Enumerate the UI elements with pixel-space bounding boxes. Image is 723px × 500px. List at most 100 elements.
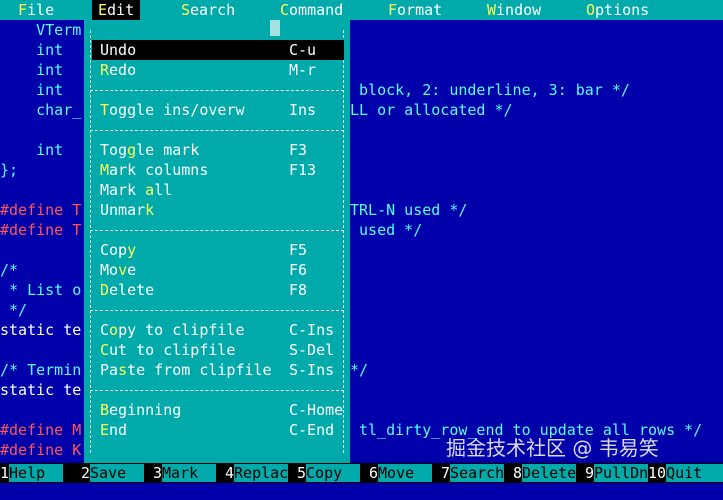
menu-item-label: Copy to clipfile [100, 320, 245, 340]
shortcut-key: S-Ins [289, 361, 335, 379]
fkey-save[interactable]: 2Save [81, 463, 145, 483]
menu-item-delete[interactable]: Delete F8 [92, 280, 344, 300]
menu-item-mark-columns[interactable]: Mark columns F13 [92, 160, 344, 180]
menu-item-label: Unmark [100, 200, 154, 220]
shortcut-key: Ins [289, 101, 317, 119]
code-line: #define T [0, 201, 82, 219]
code-line: static te [0, 321, 82, 339]
shortcut-key: F8 [289, 281, 308, 299]
shortcut-key: S-Del [289, 341, 335, 359]
fkey-label: Replac [234, 464, 289, 482]
code-line: VTerm [0, 21, 82, 39]
fkey-pulldn[interactable]: 9PullDn [585, 463, 649, 483]
code-line: #define K [0, 441, 82, 459]
fkey-quit[interactable]: 10Quit [648, 463, 723, 483]
menu-item-redo[interactable]: Redo M-r [92, 60, 344, 80]
code-fragment: block, 2: underline, 3: bar */ [350, 81, 630, 99]
label-pre: C [100, 321, 110, 339]
menu-label: ormat [397, 1, 443, 19]
menubar: File Edit Search Command Format Window O… [0, 0, 723, 20]
menu-options[interactable]: Options [586, 0, 649, 20]
menu-item-end[interactable]: End C-End [92, 420, 344, 440]
menu-item-copy[interactable]: Copy F5 [92, 240, 344, 260]
menu-window[interactable]: Window [487, 0, 541, 20]
shortcut-key: C-Home [289, 401, 344, 419]
menu-item-toggle-ins-overw[interactable]: Toggle ins/overw Ins [92, 100, 344, 120]
menu-item-toggle-mark[interactable]: Toggle mark F3 [92, 140, 344, 160]
menu-file[interactable]: File [18, 0, 54, 20]
fkey-move[interactable]: 6Move [369, 463, 433, 483]
fkey-number: 8 [513, 464, 523, 482]
label-rest: oggle ins/overw [109, 101, 245, 119]
fkey-replace[interactable]: 4Replac [225, 463, 289, 483]
code-fragment: TRL-N used */ [350, 201, 468, 219]
hotkey-letter: k [145, 201, 155, 219]
menu-item-beginning[interactable]: Beginning C-Home [92, 400, 344, 420]
hotkey-letter: R [100, 61, 110, 79]
hotkey-letter: g [127, 141, 137, 159]
shortcut-key: M-r [289, 61, 317, 79]
menu-item-move[interactable]: Move F6 [92, 260, 344, 280]
fkey-label: Help [9, 464, 64, 482]
menu-item-label: Mark all [100, 180, 172, 200]
label-rest: te from clipfile [127, 361, 272, 379]
menu-item-paste-from-clipfile[interactable]: Paste from clipfile S-Ins [92, 360, 344, 380]
label-rest: ll [154, 181, 173, 199]
fkey-number: 3 [153, 464, 163, 482]
fkey-label: PullDn [594, 464, 649, 482]
hotkey-letter: E [100, 421, 110, 439]
menu-edit[interactable]: Edit [92, 0, 141, 20]
hotkey-letter: v [118, 261, 128, 279]
hotkey-letter: F [18, 1, 28, 19]
label-rest: py to clipfile [118, 321, 245, 339]
code-line: int [0, 41, 64, 59]
menu-item-label: Mark columns [100, 160, 208, 180]
menu-item-label: Copy [100, 240, 136, 260]
menu-label: ptions [595, 1, 650, 19]
menu-item-undo[interactable]: Undo C-u [92, 40, 344, 60]
fkey-help[interactable]: 1Help [0, 463, 64, 483]
watermark-text: 掘金技术社区 @ 韦易笑 [446, 436, 659, 460]
menu-label: dit [107, 1, 135, 19]
menu-item-label: Undo [100, 40, 136, 60]
hotkey-letter: B [100, 401, 110, 419]
code-fragment: LL or allocated */ [350, 101, 513, 119]
fkey-copy[interactable]: 5Copy [297, 463, 361, 483]
fkey-search[interactable]: 7Search [441, 463, 505, 483]
menu-separator [90, 130, 344, 131]
label-pre: Cop [100, 241, 128, 259]
label-rest: ut to clipfile [109, 341, 236, 359]
menu-scroll-marker [270, 20, 280, 36]
menu-format[interactable]: Format [388, 0, 442, 20]
menu-command[interactable]: Command [280, 0, 343, 20]
label-rest: ndo [109, 41, 137, 59]
code-line: #define M [0, 421, 82, 439]
shortcut-key: C-Ins [289, 321, 335, 339]
hotkey-letter: s [118, 361, 128, 379]
fkey-number: 5 [297, 464, 307, 482]
label-pre: Mark [100, 181, 146, 199]
fkey-delete[interactable]: 8Delete [513, 463, 577, 483]
hotkey-letter: F [388, 1, 398, 19]
menu-item-label: Delete [100, 280, 154, 300]
hotkey-letter: E [98, 1, 108, 19]
code-line: * List o [0, 281, 82, 299]
menu-item-copy-to-clipfile[interactable]: Copy to clipfile C-Ins [92, 320, 344, 340]
fkey-label: Quit [666, 464, 723, 482]
code-line: }; [0, 161, 19, 179]
shortcut-key: F13 [289, 161, 317, 179]
fkey-label: Search [450, 464, 505, 482]
menu-item-label: Move [100, 260, 136, 280]
label-pre: Pa [100, 361, 119, 379]
menu-item-unmark[interactable]: Unmark [92, 200, 344, 220]
fkey-number: 2 [81, 464, 91, 482]
menu-separator [90, 230, 344, 231]
hotkey-letter: S [181, 1, 191, 19]
menu-search[interactable]: Search [181, 0, 235, 20]
fkey-number: 6 [369, 464, 379, 482]
menu-item-mark-all[interactable]: Mark all [92, 180, 344, 200]
fkey-number: 4 [225, 464, 235, 482]
fkey-label: Delete [522, 464, 577, 482]
menu-item-cut-to-clipfile[interactable]: Cut to clipfile S-Del [92, 340, 344, 360]
fkey-mark[interactable]: 3Mark [153, 463, 217, 483]
